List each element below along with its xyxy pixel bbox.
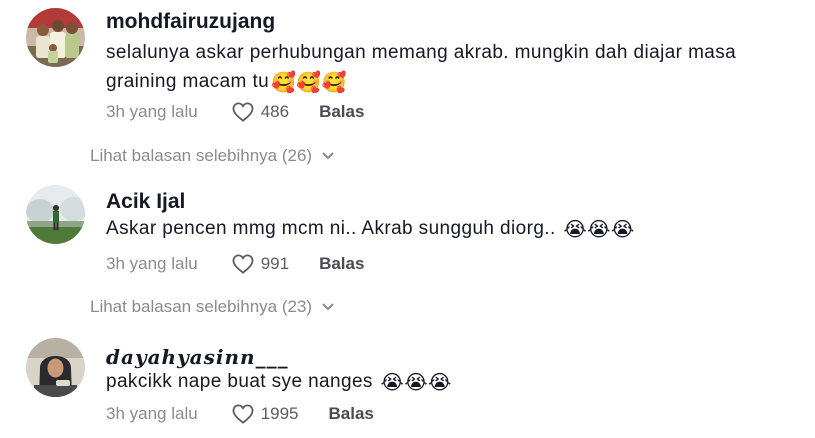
- reply-button[interactable]: Balas: [319, 102, 364, 122]
- comment-text: selalunya askar perhubungan memang akrab…: [106, 38, 796, 96]
- chevron-down-icon: [322, 303, 334, 311]
- view-more-replies[interactable]: Lihat balasan selebihnya (23): [90, 297, 335, 317]
- avatar[interactable]: [26, 338, 85, 397]
- comment-meta: 3h yang lalu 486 Balas: [106, 100, 364, 124]
- heart-icon: [232, 254, 254, 274]
- comment-timestamp: 3h yang lalu: [106, 102, 198, 121]
- comment-meta: 3h yang lalu 1995 Balas: [106, 402, 374, 426]
- view-more-replies[interactable]: Lihat balasan selebihnya (26): [90, 146, 335, 166]
- heart-icon: [232, 102, 254, 122]
- like-button[interactable]: 991: [232, 254, 289, 274]
- avatar[interactable]: [26, 185, 85, 244]
- heart-icon: [232, 404, 254, 424]
- emoji-smiling-hearts-icon: 🥰🥰🥰: [271, 70, 348, 94]
- emoji-crying-face-icon: 😭😭😭: [563, 217, 635, 241]
- emoji-crying-face-icon: 😭😭😭: [380, 370, 452, 394]
- comment-username[interactable]: mohdfairuzujang: [106, 10, 275, 34]
- comment-body: selalunya askar perhubungan memang akrab…: [106, 42, 737, 92]
- reply-button[interactable]: Balas: [329, 404, 374, 424]
- view-replies-label: Lihat balasan selebihnya (26): [90, 146, 313, 165]
- avatar[interactable]: [26, 8, 85, 67]
- comment-timestamp: 3h yang lalu: [106, 254, 198, 273]
- outdoor-person-avatar-icon: [26, 185, 85, 244]
- chevron-down-icon: [322, 152, 334, 160]
- comment-body: Askar pencen mmg mcm ni.. Akrab sungguh …: [106, 218, 556, 239]
- comment-username[interactable]: Acik Ijal: [106, 190, 185, 214]
- like-button[interactable]: 1995: [232, 404, 299, 424]
- like-count: 991: [260, 254, 290, 273]
- comment-username[interactable]: 𝒅𝒂𝒚𝒂𝒉𝒚𝒂𝒔𝒊𝒏𝒏___: [106, 345, 289, 369]
- comment-timestamp: 3h yang lalu: [106, 404, 198, 423]
- view-replies-label: Lihat balasan selebihnya (23): [90, 297, 313, 316]
- comment-text: pakcikk nape buat sye nanges 😭😭😭: [106, 367, 796, 396]
- comment-text: Askar pencen mmg mcm ni.. Akrab sungguh …: [106, 214, 796, 243]
- reply-button[interactable]: Balas: [319, 254, 364, 274]
- like-count: 486: [260, 102, 290, 121]
- woman-hijab-avatar-icon: [26, 338, 85, 397]
- comment-meta: 3h yang lalu 991 Balas: [106, 252, 364, 276]
- like-count: 1995: [260, 404, 299, 423]
- family-photo-avatar-icon: [26, 8, 85, 67]
- comment-body: pakcikk nape buat sye nanges: [106, 371, 373, 392]
- like-button[interactable]: 486: [232, 102, 289, 122]
